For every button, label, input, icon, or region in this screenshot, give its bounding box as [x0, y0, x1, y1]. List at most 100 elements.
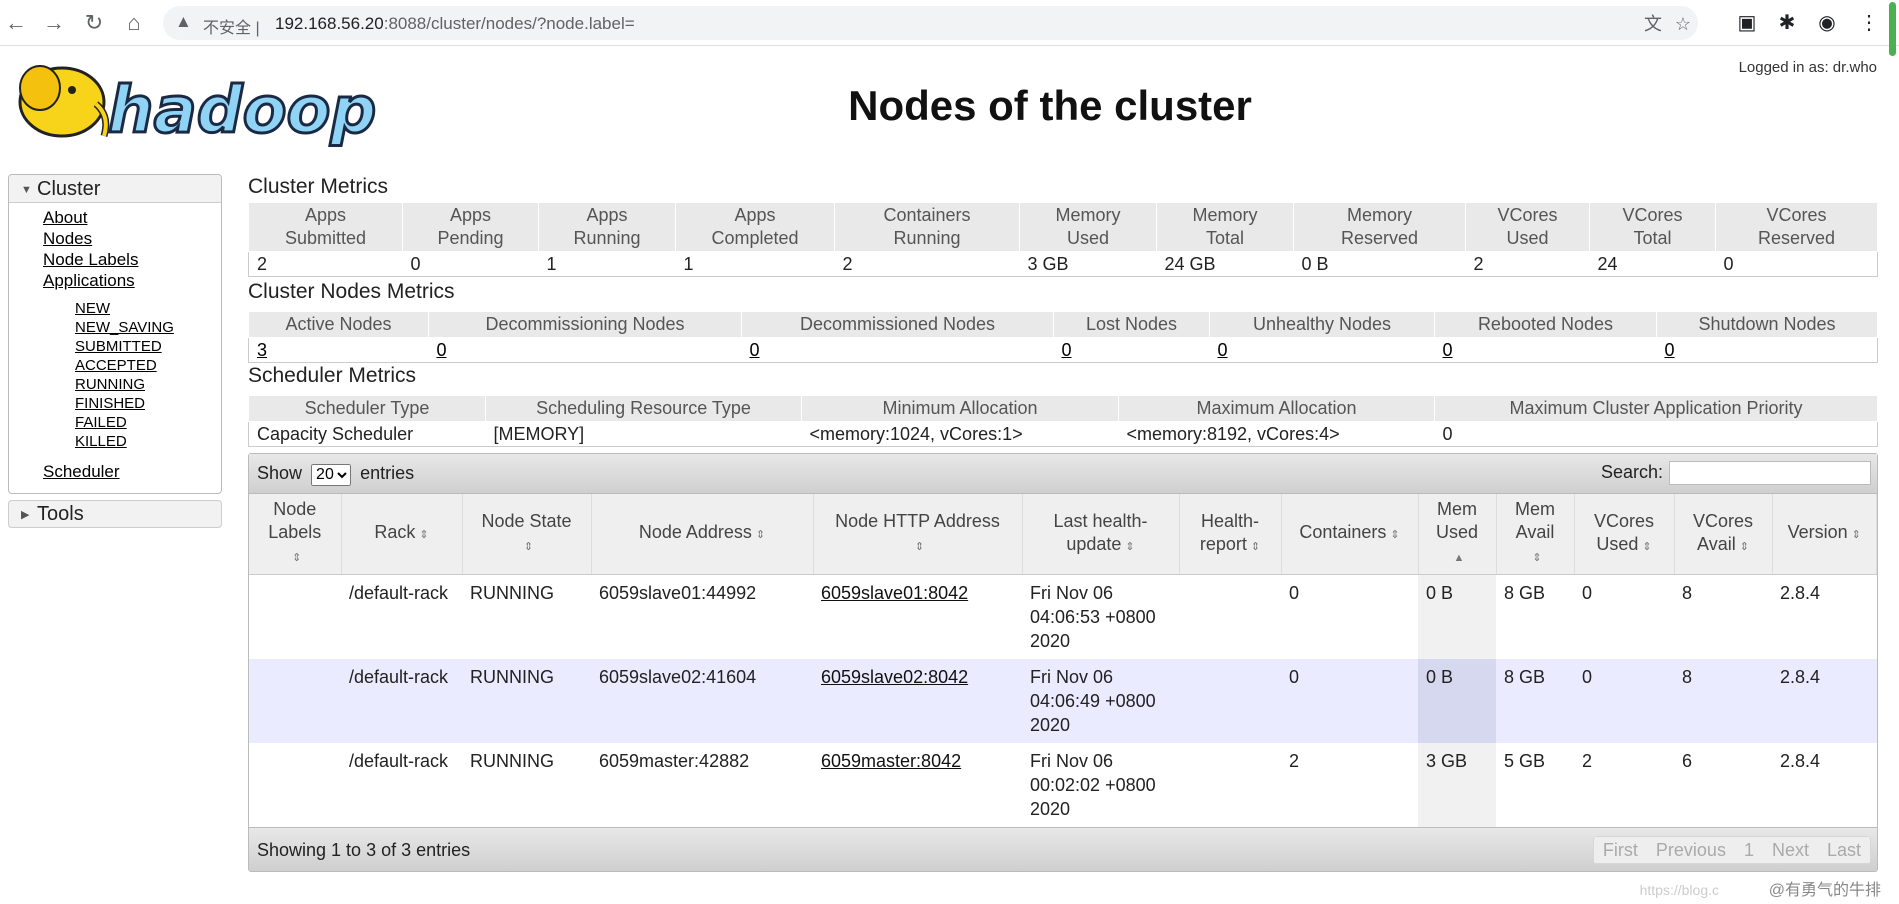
- rebooted-nodes-link[interactable]: 0: [1443, 340, 1453, 360]
- page-size-control: Show 20 entries: [257, 463, 414, 486]
- sidebar-link-scheduler[interactable]: Scheduler: [43, 461, 221, 482]
- cluster-menu-header[interactable]: ▼ Cluster: [9, 175, 221, 203]
- url-text[interactable]: 192.168.56.20:8088/cluster/nodes/?node.l…: [275, 14, 635, 34]
- column-header-node-http-address[interactable]: Node HTTP Address ⇕: [813, 494, 1023, 575]
- logged-in-label: Logged in as: dr.who: [1738, 59, 1877, 76]
- column-header-vcores-used[interactable]: VCores Used ⇕: [1574, 494, 1675, 575]
- column-header-last-health-update[interactable]: Last health-update ⇕: [1022, 494, 1180, 575]
- metric-header: Rebooted Nodes: [1434, 311, 1657, 338]
- metric-header: Memory Reserved: [1293, 202, 1466, 252]
- sidebar-app-accepted[interactable]: ACCEPTED: [75, 356, 221, 375]
- cell-node-state: RUNNING: [470, 751, 554, 771]
- table-row: /default-rack RUNNING 6059master:42882 6…: [249, 743, 1877, 827]
- active-nodes-link[interactable]: 3: [257, 340, 267, 360]
- metric-header: Lost Nodes: [1053, 311, 1210, 338]
- metric-header: Apps Submitted: [248, 202, 403, 252]
- pager-next-button[interactable]: Next: [1763, 837, 1818, 863]
- metric-header: Apps Pending: [402, 202, 539, 252]
- sort-icon: ⇕: [292, 552, 302, 564]
- metric-value: <memory:1024, vCores:1>: [801, 421, 1119, 447]
- extensions-icon[interactable]: ✱: [1774, 10, 1800, 36]
- node-http-link[interactable]: 6059slave02:8042: [821, 667, 968, 687]
- sidebar-app-failed[interactable]: FAILED: [75, 413, 221, 432]
- page-size-select[interactable]: 20: [311, 463, 352, 486]
- node-http-link[interactable]: 6059slave01:8042: [821, 583, 968, 603]
- node-metrics-title: Cluster Nodes Metrics: [248, 280, 455, 303]
- sort-icon: ⇕: [1642, 540, 1652, 553]
- cell-version: 2.8.4: [1780, 751, 1821, 771]
- sidebar-link-about[interactable]: About: [43, 207, 221, 228]
- sidebar-app-new-saving[interactable]: NEW_SAVING: [75, 318, 221, 337]
- sidebar-link-node-labels[interactable]: Node Labels: [43, 249, 221, 270]
- back-icon[interactable]: ←: [2, 9, 30, 37]
- metric-header: Apps Completed: [675, 202, 835, 252]
- decommissioning-nodes-link[interactable]: 0: [437, 340, 447, 360]
- column-header-node-address[interactable]: Node Address ⇕: [591, 494, 814, 575]
- column-header-containers[interactable]: Containers ⇕: [1281, 494, 1419, 575]
- cell-version: 2.8.4: [1772, 659, 1877, 743]
- sort-icon: ⇕: [1390, 529, 1400, 541]
- cell-containers: 0: [1281, 659, 1418, 743]
- column-header-vcores-avail[interactable]: VCores Avail ⇕: [1674, 494, 1773, 575]
- sidebar-app-submitted[interactable]: SUBMITTED: [75, 337, 221, 356]
- column-header-mem-avail[interactable]: Mem Avail ⇕: [1496, 494, 1575, 575]
- metric-value: 2: [1465, 251, 1590, 277]
- cell-node-http-address: 6059slave01:8042: [813, 575, 1022, 660]
- sidebar-app-finished[interactable]: FINISHED: [75, 394, 221, 413]
- lost-nodes-link[interactable]: 0: [1062, 340, 1072, 360]
- cell-node-address: 6059slave01:44992: [599, 583, 757, 603]
- metric-header: Memory Used: [1019, 202, 1157, 252]
- main-content: Cluster Metrics Apps Submitted Apps Pendin…: [248, 172, 1878, 872]
- shutdown-nodes-link[interactable]: 0: [1665, 340, 1675, 360]
- sidebar-app-new[interactable]: NEW: [75, 299, 221, 318]
- entries-label: entries: [360, 463, 415, 483]
- node-http-link[interactable]: 6059master:8042: [821, 751, 961, 771]
- column-header-health-report[interactable]: Health-report ⇕: [1179, 494, 1282, 575]
- column-header-version[interactable]: Version ⇕: [1772, 494, 1877, 575]
- pager-previous-button[interactable]: Previous: [1647, 837, 1735, 863]
- translate-icon[interactable]: 文: [1641, 12, 1665, 36]
- address-bar[interactable]: ▲ 不安全 | 192.168.56.20:8088/cluster/nodes…: [163, 6, 1698, 40]
- column-header-rack[interactable]: Rack ⇕: [341, 494, 463, 575]
- pager-page-1-button[interactable]: 1: [1735, 837, 1763, 863]
- decommissioned-nodes-link[interactable]: 0: [750, 340, 760, 360]
- forward-icon[interactable]: →: [40, 9, 68, 37]
- cell-vcores-used: 0: [1582, 583, 1593, 603]
- star-icon[interactable]: ☆: [1671, 12, 1695, 36]
- home-icon[interactable]: ⌂: [120, 9, 148, 37]
- cell-node-labels: [249, 659, 341, 743]
- sidebar-link-nodes[interactable]: Nodes: [43, 228, 221, 249]
- metric-header: Containers Running: [834, 202, 1020, 252]
- reload-icon[interactable]: ↻: [80, 9, 108, 37]
- column-header-mem-used[interactable]: Mem Used ▲: [1418, 494, 1497, 575]
- reading-mode-icon[interactable]: ▣: [1734, 10, 1760, 36]
- profile-icon[interactable]: ◉: [1814, 10, 1840, 36]
- tools-menu-header[interactable]: ▶ Tools: [8, 500, 222, 528]
- pager-first-button[interactable]: First: [1594, 837, 1647, 863]
- column-header-node-labels[interactable]: Node Labels ⇕: [249, 494, 342, 575]
- warning-icon[interactable]: ▲: [175, 12, 192, 32]
- hadoop-logo: hadoop: [10, 56, 380, 150]
- sidebar-app-killed[interactable]: KILLED: [75, 432, 221, 451]
- cell-node-http-address: 6059slave02:8042: [813, 659, 1022, 743]
- cluster-metrics-title: Cluster Metrics: [248, 175, 389, 198]
- metric-value: 1: [538, 251, 676, 277]
- metric-header: Scheduler Type: [248, 395, 486, 422]
- sidebar-app-running[interactable]: RUNNING: [75, 375, 221, 394]
- search-input[interactable]: [1669, 461, 1871, 485]
- datatable-footer: Showing 1 to 3 of 3 entries First Previo…: [249, 827, 1877, 871]
- node-metrics-table: Active Nodes Decommissioning Nodes Decom…: [248, 311, 1878, 363]
- column-header-node-state[interactable]: Node State ⇕: [462, 494, 592, 575]
- metric-header: Scheduling Resource Type: [485, 395, 802, 422]
- pager-last-button[interactable]: Last: [1818, 837, 1870, 863]
- tools-menu-label: Tools: [37, 503, 84, 525]
- cell-version: 2.8.4: [1780, 583, 1821, 603]
- watermark-url: https://blog.c: [1639, 882, 1719, 898]
- sidebar-link-applications[interactable]: Applications: [43, 270, 221, 291]
- metric-value: Capacity Scheduler: [248, 421, 486, 447]
- metric-value: 0 B: [1293, 251, 1466, 277]
- menu-icon[interactable]: ⋮: [1856, 10, 1882, 36]
- insecure-label[interactable]: 不安全 |: [203, 14, 260, 38]
- unhealthy-nodes-link[interactable]: 0: [1218, 340, 1228, 360]
- sort-icon: ⇕: [1739, 540, 1749, 553]
